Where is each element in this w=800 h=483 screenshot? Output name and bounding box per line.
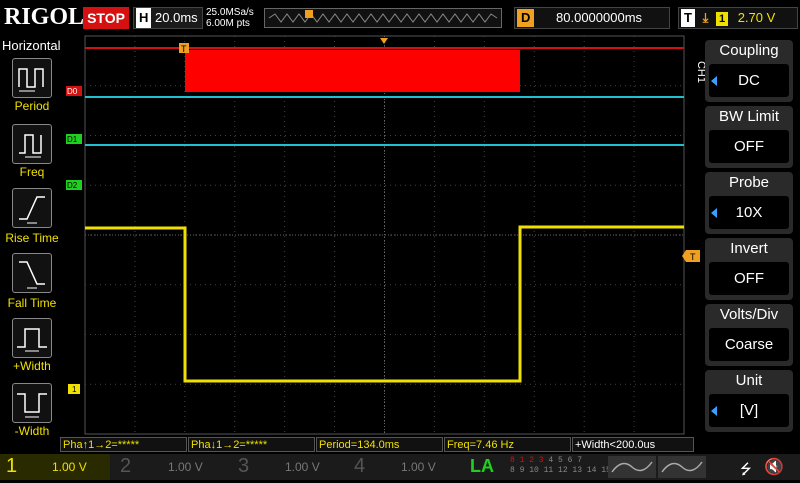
fall-time-button[interactable]	[12, 253, 52, 293]
freq-label: Freq	[19, 165, 45, 179]
unit-arrow-icon	[711, 406, 717, 416]
invert-menu[interactable]: Invert OFF	[705, 238, 793, 300]
negative-width-button[interactable]	[12, 383, 52, 423]
invert-title: Invert	[730, 240, 768, 257]
coupling-title: Coupling	[719, 42, 779, 59]
math-slot-1[interactable]	[608, 456, 656, 478]
period-icon	[18, 68, 44, 92]
la-bits-top2: 4 5 6 7	[548, 456, 583, 465]
la-bits-top: 8 1 2 3	[510, 456, 544, 465]
measurement-freq[interactable]: Freq=7.46 Hz	[444, 437, 571, 452]
bw-limit-title: BW Limit	[719, 108, 779, 125]
freq-icon	[19, 134, 42, 158]
ch2-scale: 1.00 V	[168, 460, 203, 474]
la-bits-bot2: 12 13 14 15	[558, 466, 611, 475]
probe-value: 10X	[709, 196, 789, 229]
probe-arrow-icon	[711, 208, 717, 218]
probe-title: Probe	[728, 174, 770, 191]
la-bits-bot: 8 9 10 11	[510, 466, 554, 475]
ch1-ground-marker-label: 1	[72, 385, 77, 394]
volts-div-value: Coarse	[709, 328, 789, 361]
measurement-period[interactable]: Period=134.0ms	[316, 437, 443, 452]
bw-limit-value: OFF	[709, 130, 789, 163]
measurement-phase-rise[interactable]: Pha↑1→2=*****	[60, 437, 187, 452]
la-label[interactable]: LA	[470, 456, 494, 477]
d2-label: D2	[67, 181, 78, 190]
positive-width-icon	[17, 328, 47, 352]
left-panel-title: Horizontal	[2, 38, 61, 53]
ch3-number[interactable]: 3	[238, 455, 249, 478]
period-button[interactable]	[12, 58, 52, 98]
trigger-position-marker	[380, 38, 388, 44]
waveform-display[interactable]: T T D0 D1 D2 1	[0, 0, 800, 480]
fall-time-icon	[19, 261, 45, 289]
freq-button[interactable]	[12, 124, 52, 164]
ch1-number[interactable]: 1	[6, 455, 17, 478]
ch3-scale: 1.00 V	[285, 460, 320, 474]
negative-width-icon	[17, 393, 47, 418]
math-sine-icon	[611, 461, 653, 473]
rise-time-button[interactable]	[12, 188, 52, 228]
ch1-scale: 1.00 V	[52, 460, 87, 474]
ch4-number[interactable]: 4	[354, 455, 365, 478]
d1-label: D1	[67, 135, 78, 144]
bw-limit-menu[interactable]: BW Limit OFF	[705, 106, 793, 168]
probe-menu[interactable]: Probe 10X	[705, 172, 793, 234]
ch2-number[interactable]: 2	[120, 455, 131, 478]
math-slot-2[interactable]	[658, 456, 706, 478]
trigger-level-marker-label: T	[690, 252, 696, 262]
positive-width-button[interactable]	[12, 318, 52, 358]
coupling-arrow-icon	[711, 76, 717, 86]
coupling-value: DC	[709, 64, 789, 97]
measurement-bar: Pha↑1→2=***** Pha↓1→2=***** Period=134.0…	[60, 437, 694, 452]
positive-width-label: +Width	[13, 359, 51, 373]
math-sine-icon-2	[661, 461, 703, 473]
usb-icon: ⭍	[740, 461, 752, 477]
d0-label: D0	[67, 87, 78, 96]
digital-bus-block	[185, 50, 520, 92]
fall-time-label: Fall Time	[7, 296, 57, 310]
speaker-muted-icon[interactable]: 🔇	[764, 457, 784, 477]
ch4-scale: 1.00 V	[401, 460, 436, 474]
unit-title: Unit	[735, 372, 763, 389]
invert-value: OFF	[709, 262, 789, 295]
rise-time-icon	[19, 196, 45, 224]
measurement-pos-width[interactable]: +Width<200.0us	[572, 437, 694, 452]
unit-menu[interactable]: Unit [V]	[705, 370, 793, 432]
volts-div-menu[interactable]: Volts/Div Coarse	[705, 304, 793, 366]
negative-width-label: -Width	[14, 424, 50, 438]
la-channel-bits: 8 1 2 3 4 5 6 7 8 9 10 11 12 13 14 15	[510, 456, 611, 476]
trigger-t-marker-label: T	[181, 44, 187, 54]
measurement-phase-fall[interactable]: Pha↓1→2=*****	[188, 437, 315, 452]
rise-time-label: Rise Time	[5, 231, 59, 245]
period-label: Period	[14, 99, 50, 113]
volts-div-title: Volts/Div	[719, 306, 779, 323]
coupling-menu[interactable]: Coupling DC	[705, 40, 793, 102]
unit-value: [V]	[709, 394, 789, 427]
graticule	[84, 35, 685, 435]
